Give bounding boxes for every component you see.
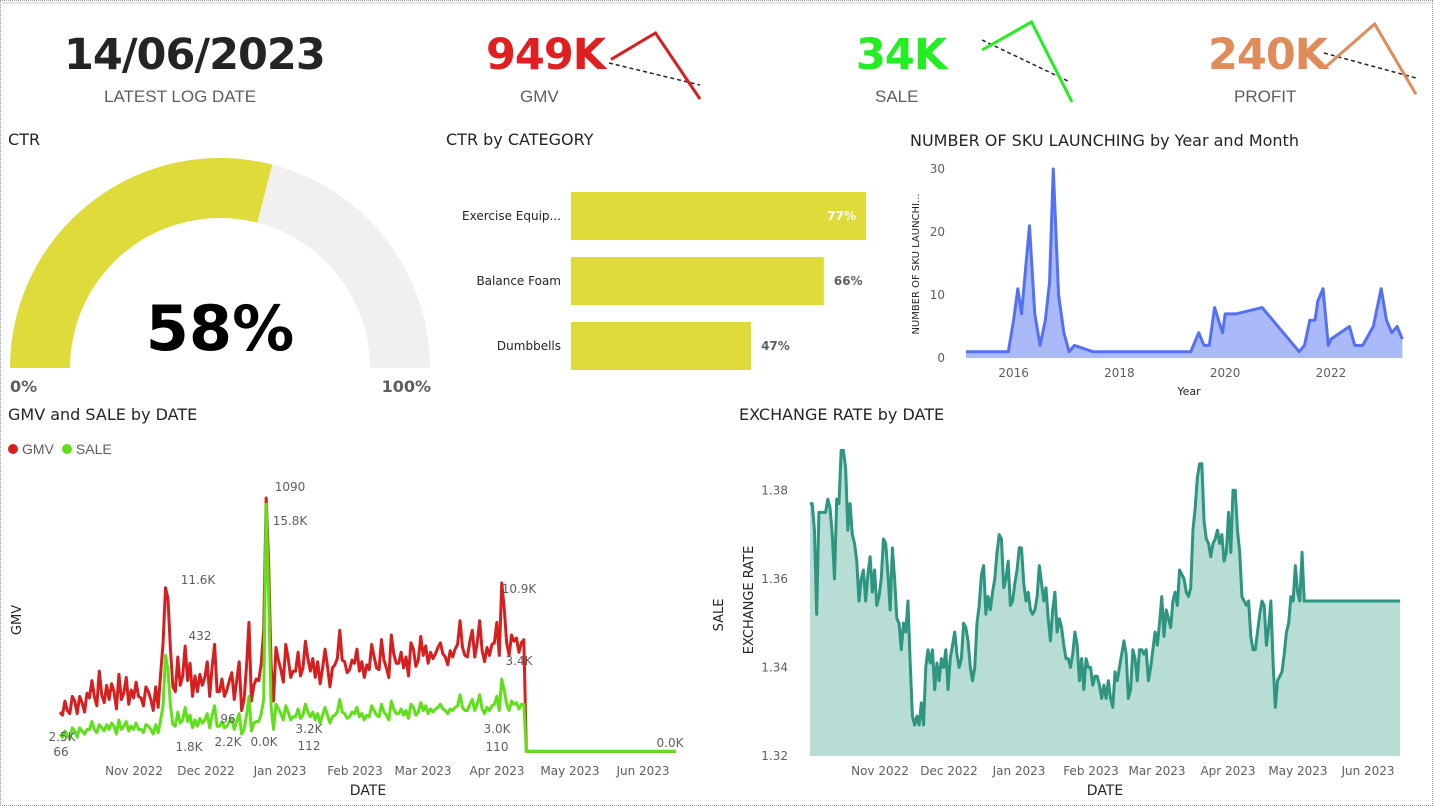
category-label: Exercise Equip...	[462, 209, 561, 223]
sku-launching-chart: 0 10 20 30 2016 2018 2020 2022 Year NUMBER OF SKU…	[911, 162, 1404, 398]
gmv-kpi-value: 949K	[486, 30, 606, 80]
sku-y-axis-label: NUMBER OF SKU LAUNCHI...	[911, 193, 922, 334]
gmv-data-label: 0.0K	[251, 735, 279, 749]
sku-x-tick: 2018	[1104, 366, 1135, 380]
sku-x-tick: 2022	[1316, 366, 1347, 380]
category-value-label: 77%	[827, 209, 856, 223]
series-line-sale	[58, 502, 676, 753]
sku-y-tick: 0	[937, 351, 945, 365]
fx-secondary-y-axis-label: SALE	[712, 599, 727, 632]
sku-x-tick: 2016	[998, 366, 1029, 380]
gmv-trend-line	[608, 62, 701, 86]
sale-kpi-label: SALE	[875, 87, 919, 106]
fx-y-tick: 1.34	[761, 660, 788, 674]
gauge-value: 58%	[146, 292, 294, 365]
legend-sale-label: SALE	[75, 441, 112, 457]
profit-kpi-label: PROFIT	[1234, 87, 1297, 106]
sale-data-label: 432	[189, 629, 212, 643]
sku-y-tick: 30	[930, 162, 945, 176]
fx-x-tick: Dec 2022	[920, 764, 978, 778]
latest-log-date-label: LATEST LOG DATE	[104, 87, 257, 106]
sku-x-axis-label: Year	[1176, 385, 1201, 398]
gmv-x-tick: Dec 2022	[177, 764, 235, 778]
legend-gmv-dot	[8, 444, 18, 454]
fx-y-tick: 1.36	[761, 572, 788, 586]
gmv-x-tick: Jan 2023	[253, 764, 307, 778]
sale-sparkline	[981, 19, 1074, 103]
fx-x-tick: May 2023	[1268, 764, 1327, 778]
sale-kpi-value: 34K	[856, 30, 947, 80]
gmv-x-tick: Mar 2023	[395, 764, 452, 778]
gmv-sale-chart: Nov 2022 Dec 2022 Jan 2023 Feb 2023 Mar 2023…	[10, 480, 685, 799]
exchange-rate-title: EXCHANGE RATE by DATE	[739, 405, 945, 424]
fx-y-tick: 1.38	[761, 483, 788, 497]
fx-area	[810, 450, 1400, 756]
legend-gmv-label: GMV	[22, 441, 54, 457]
fx-x-tick: Jan 2023	[992, 764, 1046, 778]
ctr-title: CTR	[8, 130, 41, 149]
gmv-data-label: 10.9K	[502, 582, 538, 596]
gmv-data-label: 1.8K	[176, 740, 204, 754]
fx-x-tick: Nov 2022	[851, 764, 909, 778]
gmv-y-axis-label: GMV	[10, 605, 25, 635]
gmv-data-label: 1090	[275, 480, 306, 494]
sale-data-label: 3.4K	[506, 654, 534, 668]
gmv-sale-title: GMV and SALE by DATE	[8, 405, 198, 424]
category-bar	[571, 322, 752, 370]
gmv-data-label: 3.2K	[296, 722, 324, 736]
fx-x-tick: Jun 2023	[1340, 764, 1394, 778]
series-line-gmv	[58, 496, 676, 753]
sku-x-tick: 2020	[1210, 366, 1241, 380]
category-bar	[571, 192, 866, 240]
gmv-data-label: 2.2K	[215, 735, 243, 749]
sku-y-tick: 10	[930, 288, 945, 302]
sale-data-label: 15.8K	[273, 514, 309, 528]
gmv-data-label: 2.5K	[49, 730, 77, 744]
legend-sale-dot	[61, 444, 72, 454]
gauge-max-label: 100%	[382, 377, 431, 396]
gmv-x-tick: Apr 2023	[469, 764, 524, 778]
gmv-x-tick: Feb 2023	[327, 764, 383, 778]
fx-x-tick: Feb 2023	[1063, 764, 1119, 778]
fx-y-axis-label: EXCHANGE RATE	[742, 546, 757, 655]
top-divider	[2, 2, 1431, 4]
profit-kpi-value: 240K	[1208, 30, 1328, 80]
category-label: Balance Foam	[476, 274, 561, 288]
gmv-x-tick: Jun 2023	[615, 764, 669, 778]
gmv-x-tick: Nov 2022	[105, 764, 163, 778]
fx-x-axis-label: DATE	[1087, 783, 1123, 799]
latest-log-date-value: 14/06/2023	[64, 30, 326, 80]
profit-sparkline	[1323, 21, 1418, 96]
profit-sparkline-line	[1323, 21, 1418, 96]
sale-data-label: 110	[486, 740, 509, 754]
category-value-label: 66%	[834, 274, 863, 288]
gmv-sale-legend: GMV SALE	[8, 441, 112, 457]
gmv-kpi-label: GMV	[520, 87, 559, 106]
ctr-gauge: 58% 0% 100%	[10, 158, 431, 396]
exchange-rate-chart: 1.32 1.34 1.36 1.38 Nov 2022 Dec 2022 Jan 2023…	[712, 448, 1400, 799]
sale-data-label: 112	[298, 739, 321, 753]
sku-launching-title: NUMBER OF SKU LAUNCHING by Year and Mont…	[910, 131, 1299, 150]
gmv-data-label: 0.0K	[657, 736, 685, 750]
sku-y-tick: 20	[930, 225, 945, 239]
sale-data-label: 96	[220, 712, 235, 726]
gauge-min-label: 0%	[10, 377, 37, 396]
category-value-label: 47%	[761, 339, 790, 353]
gmv-data-label: 11.6K	[181, 573, 217, 587]
gmv-x-tick: May 2023	[540, 764, 599, 778]
sale-trend-line	[981, 39, 1071, 83]
fx-x-tick: Mar 2023	[1129, 764, 1186, 778]
fx-x-tick: Apr 2023	[1200, 764, 1255, 778]
category-bar	[571, 257, 824, 305]
gmv-x-axis-label: DATE	[350, 783, 386, 799]
ctr-by-category-chart: Exercise Equip... 77% Balance Foam 66% Dumbb…	[462, 192, 866, 370]
category-label: Dumbbells	[497, 339, 561, 353]
sale-data-label: 66	[53, 745, 68, 759]
fx-y-tick: 1.32	[761, 749, 788, 763]
gmv-data-label: 3.0K	[484, 722, 512, 736]
gmv-sparkline	[608, 30, 702, 100]
ctr-by-category-title: CTR by CATEGORY	[446, 130, 594, 149]
